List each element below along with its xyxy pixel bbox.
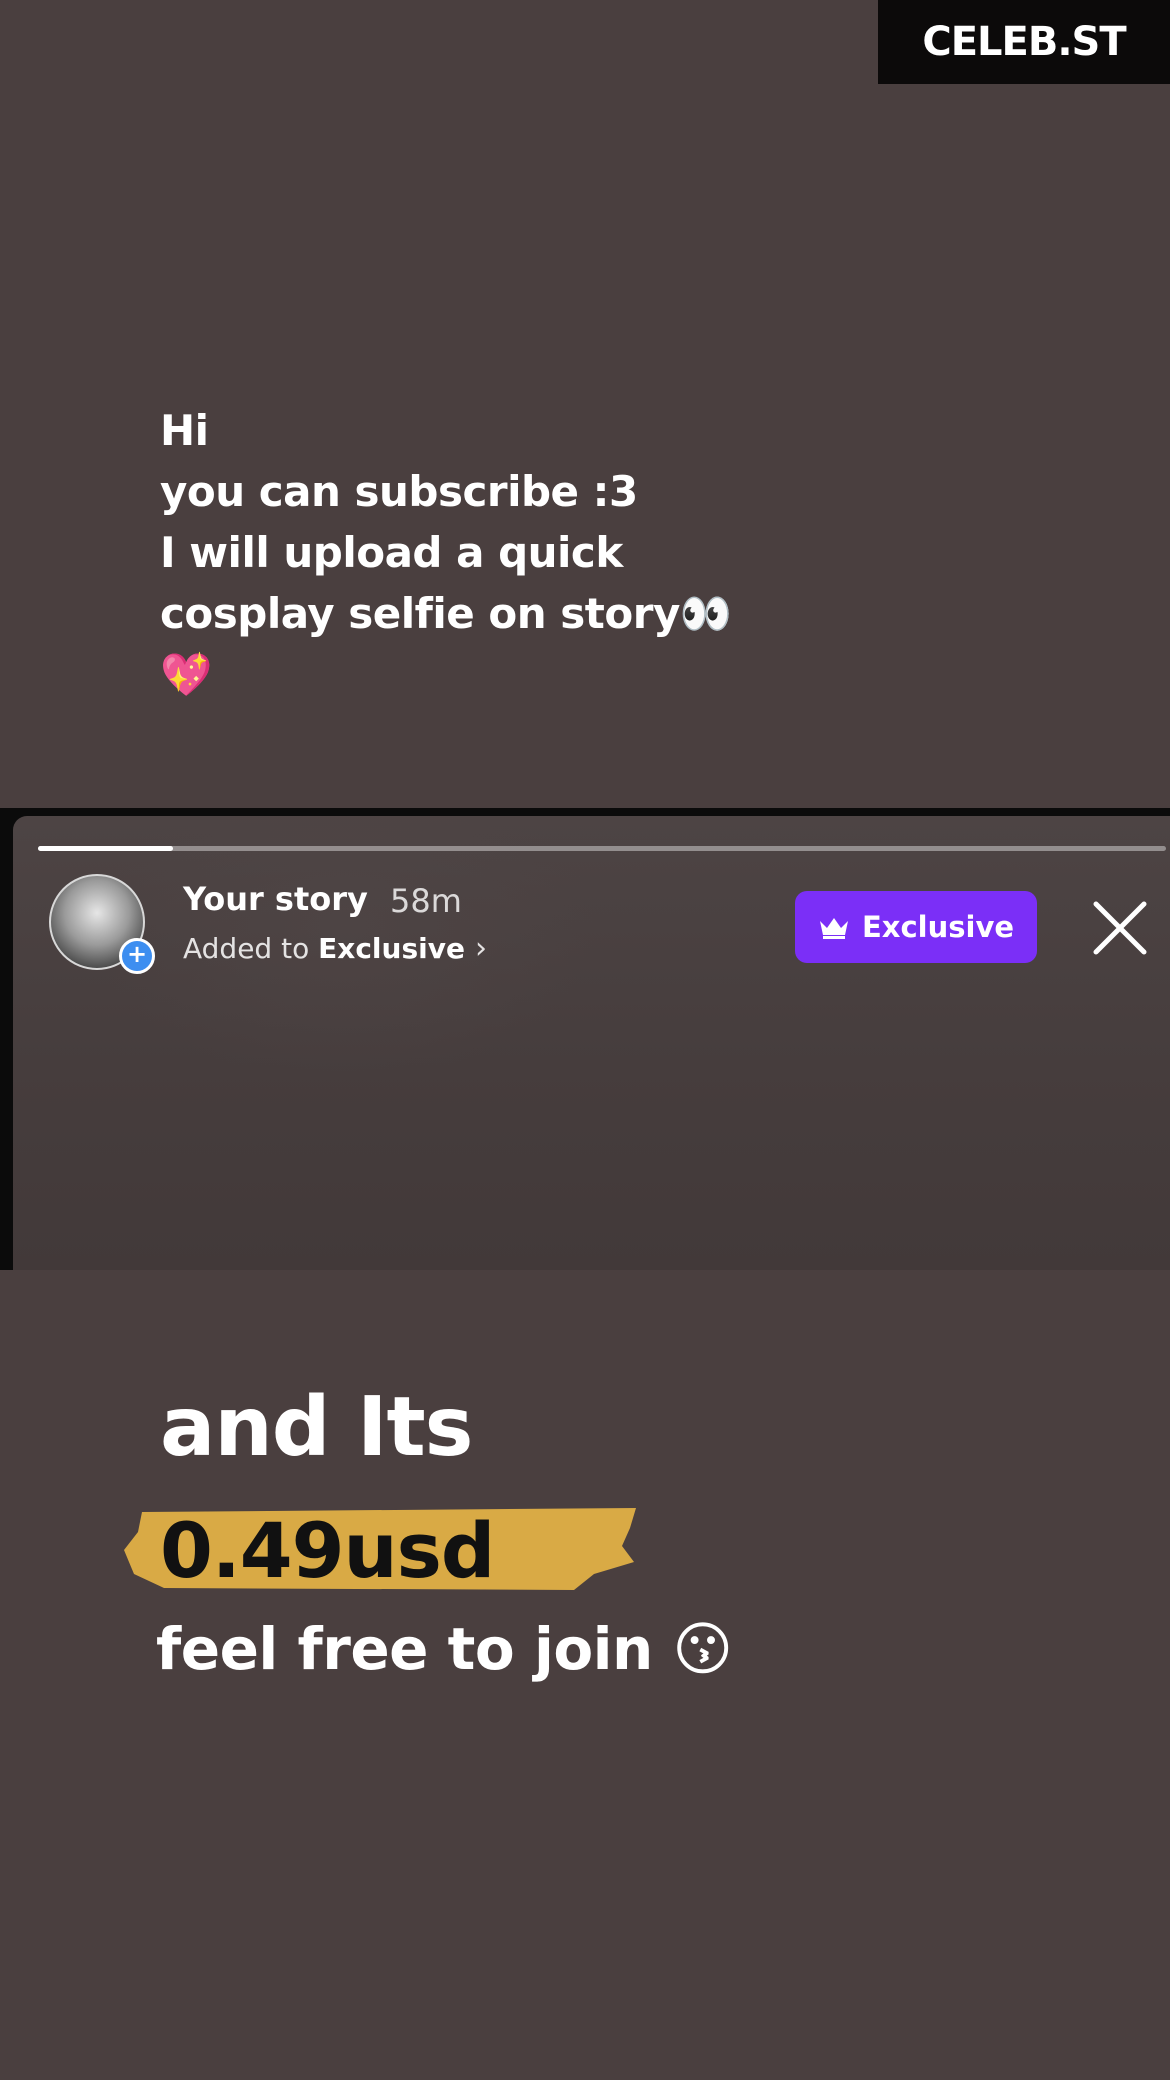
story-audience-prefix: Added to bbox=[183, 932, 310, 965]
message-line: 💖 bbox=[160, 650, 212, 699]
message-line: I will upload a quick bbox=[160, 528, 623, 577]
close-icon[interactable] bbox=[1088, 896, 1152, 960]
embedded-story-screenshot: + Your story 58m Added to Exclusive › Exc… bbox=[0, 808, 1170, 1270]
watermark-text: CELEB.ST bbox=[922, 19, 1126, 65]
price-highlight: 0.49usd bbox=[124, 1504, 644, 1595]
story-timestamp: 58m bbox=[390, 882, 462, 920]
message-line: Hi bbox=[160, 406, 209, 455]
feel-free-text: feel free to join 😗 bbox=[156, 1615, 733, 1683]
chevron-right-icon: › bbox=[474, 931, 487, 966]
story-viewer: + Your story 58m Added to Exclusive › Exc… bbox=[13, 816, 1170, 1270]
story-audience-link[interactable]: Added to Exclusive › bbox=[183, 931, 487, 966]
story-progress-bar bbox=[38, 846, 1166, 851]
watermark: CELEB.ST bbox=[878, 0, 1170, 84]
story-progress-fill bbox=[38, 846, 174, 851]
message-text-block: Hi you can subscribe :3 I will upload a … bbox=[160, 400, 732, 705]
story-owner-label[interactable]: Your story bbox=[183, 880, 368, 918]
message-line: cosplay selfie on story👀 bbox=[160, 589, 732, 638]
exclusive-badge-label: Exclusive bbox=[861, 910, 1015, 944]
price-text: 0.49usd bbox=[160, 1506, 495, 1595]
exclusive-badge-button[interactable]: Exclusive bbox=[795, 891, 1037, 963]
crown-icon bbox=[819, 918, 848, 939]
avatar[interactable]: + bbox=[49, 874, 155, 974]
and-its-text: and Its bbox=[160, 1380, 473, 1475]
story-audience-name: Exclusive bbox=[318, 932, 465, 965]
add-story-plus-icon[interactable]: + bbox=[119, 938, 155, 974]
message-line: you can subscribe :3 bbox=[160, 467, 638, 516]
